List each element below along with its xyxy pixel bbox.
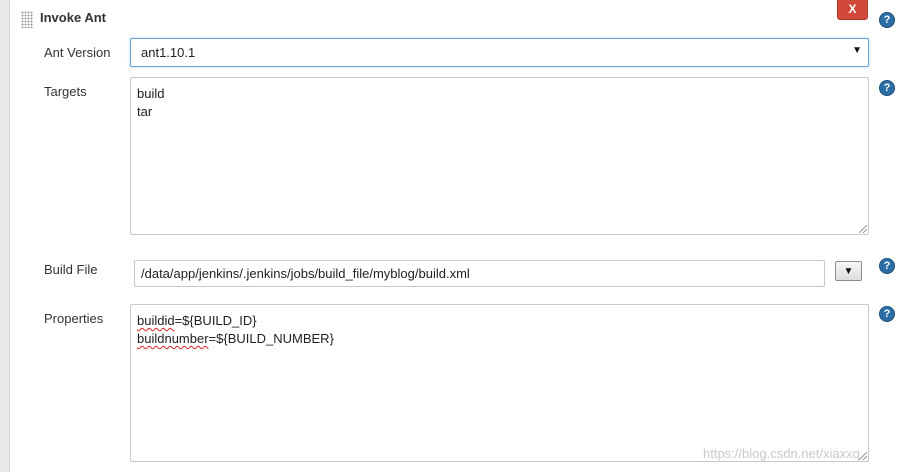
watermark-text: https://blog.csdn.net/xiaxxq: [703, 446, 860, 461]
section-title: Invoke Ant: [40, 10, 106, 25]
targets-text: build tar: [137, 85, 164, 121]
chevron-down-icon: ▼: [843, 265, 854, 277]
property-key: buildid: [137, 313, 175, 328]
delete-step-button[interactable]: X: [837, 0, 868, 20]
targets-line: tar: [137, 104, 153, 119]
build-file-label: Build File: [44, 262, 98, 277]
properties-line: buildnumber=${BUILD_NUMBER}: [137, 330, 334, 348]
build-file-value: /data/app/jenkins/.jenkins/jobs/build_fi…: [141, 266, 470, 281]
build-file-input[interactable]: /data/app/jenkins/.jenkins/jobs/build_fi…: [134, 260, 825, 287]
resize-handle-icon[interactable]: [859, 225, 867, 233]
targets-textarea[interactable]: build tar: [130, 77, 869, 235]
help-icon-properties[interactable]: ?: [879, 306, 895, 322]
properties-text: buildid=${BUILD_ID} buildnumber=${BUILD_…: [137, 312, 334, 348]
property-key: buildnumber: [137, 331, 209, 346]
properties-line: buildid=${BUILD_ID}: [137, 312, 334, 330]
build-file-expand-button[interactable]: ▼: [835, 261, 862, 281]
page-left-frame: [0, 0, 10, 472]
properties-textarea[interactable]: buildid=${BUILD_ID} buildnumber=${BUILD_…: [130, 304, 869, 462]
ant-version-select[interactable]: ant1.10.1 ▼: [130, 38, 869, 67]
chevron-down-icon: ▼: [852, 45, 862, 56]
help-icon-section[interactable]: ?: [879, 12, 895, 28]
ant-version-label: Ant Version: [44, 45, 111, 60]
property-value: =${BUILD_ID}: [174, 313, 257, 328]
targets-line: build: [137, 86, 165, 101]
drag-handle-icon[interactable]: [21, 11, 33, 28]
targets-label: Targets: [44, 84, 87, 99]
ant-version-value: ant1.10.1: [141, 45, 196, 60]
help-icon-targets[interactable]: ?: [879, 80, 895, 96]
resize-handle-icon[interactable]: [859, 452, 867, 460]
properties-label: Properties: [44, 311, 104, 326]
help-icon-build-file[interactable]: ?: [879, 258, 895, 274]
property-value: =${BUILD_NUMBER}: [208, 331, 334, 346]
